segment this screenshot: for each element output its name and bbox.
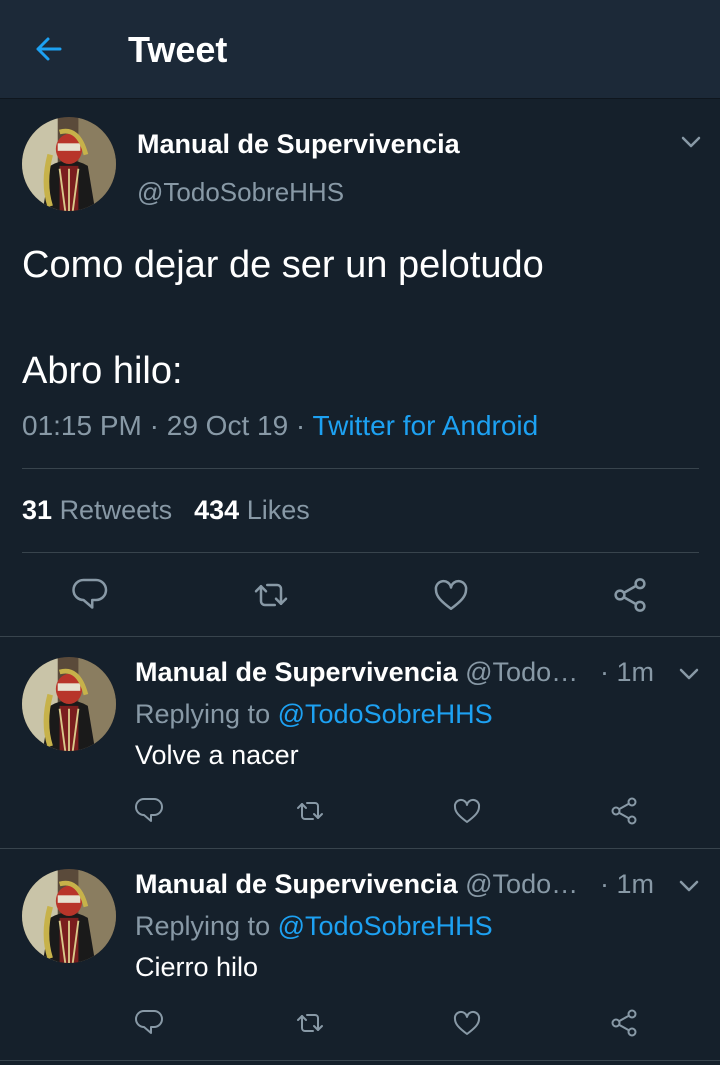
- chevron-down-icon[interactable]: [676, 661, 702, 687]
- chevron-down-icon[interactable]: [676, 873, 702, 899]
- replying-to: Replying to @TodoSobreHHS: [135, 699, 493, 730]
- like-icon[interactable]: [431, 575, 471, 615]
- retweets-label: Retweets: [59, 495, 173, 525]
- likes-stat[interactable]: 434 Likes: [194, 495, 310, 525]
- reply-time-value: 1m: [616, 869, 655, 899]
- avatar[interactable]: [22, 117, 116, 211]
- author-name[interactable]: Manual de Supervivencia: [135, 869, 458, 899]
- reply-icon[interactable]: [71, 575, 111, 615]
- reply-header: Manual de Supervivencia @Todo…: [135, 657, 655, 688]
- reply-time: · 1m: [600, 869, 655, 899]
- page-title: Tweet: [128, 29, 228, 70]
- reply-time-value: 1m: [616, 657, 655, 687]
- reply-header: Manual de Supervivencia @Todo…: [135, 869, 655, 900]
- like-icon[interactable]: [451, 795, 483, 827]
- reply-icon[interactable]: [134, 1007, 166, 1039]
- like-icon[interactable]: [451, 1007, 483, 1039]
- reply-icon[interactable]: [134, 795, 166, 827]
- top-bar: Tweet: [0, 0, 720, 99]
- tweet-source-link[interactable]: Twitter for Android: [313, 410, 539, 441]
- tweet-text: Como dejar de ser un pelotudo Abro hilo:: [22, 244, 544, 392]
- main-tweet: Manual de Supervivencia @TodoSobreHHS Co…: [0, 99, 720, 637]
- mention-link[interactable]: @TodoSobreHHS: [278, 699, 493, 729]
- retweets-stat[interactable]: 31 Retweets: [22, 495, 172, 525]
- divider: [22, 552, 699, 553]
- share-icon[interactable]: [610, 575, 650, 615]
- avatar[interactable]: [22, 657, 116, 751]
- likes-label: Likes: [246, 495, 310, 525]
- reply-text: Cierro hilo: [135, 952, 259, 982]
- author-handle[interactable]: @Todo…: [465, 657, 578, 687]
- share-icon[interactable]: [608, 795, 640, 827]
- retweet-icon[interactable]: [251, 575, 291, 615]
- reply-tweet[interactable]: Manual de Supervivencia @Todo… · 1m Repl…: [0, 849, 720, 1061]
- divider: [22, 468, 699, 469]
- author-handle[interactable]: @TodoSobreHHS: [137, 177, 344, 208]
- reply-text: Volve a nacer: [135, 740, 299, 770]
- mention-link[interactable]: @TodoSobreHHS: [278, 911, 493, 941]
- tweet-meta: 01:15 PM · 29 Oct 19 · Twitter for Andro…: [22, 410, 539, 441]
- author-name[interactable]: Manual de Supervivencia: [137, 129, 460, 160]
- tweet-date: 29 Oct 19: [166, 410, 289, 441]
- author-name[interactable]: Manual de Supervivencia: [135, 657, 458, 687]
- reply-tweet[interactable]: Manual de Supervivencia @Todo… · 1m Repl…: [0, 637, 720, 849]
- replying-to: Replying to @TodoSobreHHS: [135, 911, 493, 942]
- author-handle[interactable]: @Todo…: [465, 869, 578, 899]
- back-arrow-icon[interactable]: [30, 30, 68, 68]
- retweet-icon[interactable]: [294, 1007, 326, 1039]
- avatar[interactable]: [22, 869, 116, 963]
- likes-count: 434: [194, 495, 240, 525]
- chevron-down-icon[interactable]: [678, 129, 704, 155]
- tweet-time: 01:15 PM: [22, 410, 142, 441]
- tweet-stats: 31 Retweets 434 Likes: [22, 495, 310, 526]
- replying-label: Replying to: [135, 911, 271, 941]
- reply-time: · 1m: [600, 657, 655, 687]
- retweets-count: 31: [22, 495, 53, 525]
- retweet-icon[interactable]: [294, 795, 326, 827]
- replying-label: Replying to: [135, 699, 271, 729]
- share-icon[interactable]: [608, 1007, 640, 1039]
